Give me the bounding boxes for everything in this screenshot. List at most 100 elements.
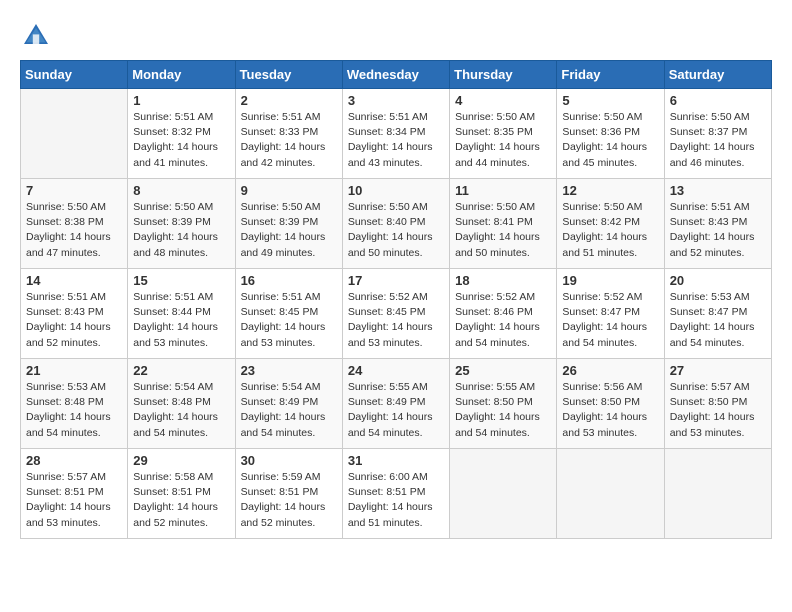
calendar-cell: 25 Sunrise: 5:55 AMSunset: 8:50 PMDayligh… bbox=[450, 359, 557, 449]
calendar-cell: 30 Sunrise: 5:59 AMSunset: 8:51 PMDayligh… bbox=[235, 449, 342, 539]
day-info: Sunrise: 5:50 AMSunset: 8:39 PMDaylight:… bbox=[133, 200, 229, 261]
day-info: Sunrise: 5:50 AMSunset: 8:40 PMDaylight:… bbox=[348, 200, 444, 261]
day-number: 21 bbox=[26, 363, 122, 378]
day-number: 30 bbox=[241, 453, 337, 468]
day-info: Sunrise: 5:50 AMSunset: 8:36 PMDaylight:… bbox=[562, 110, 658, 171]
calendar-cell: 31Sunrise: 6:00 AMSunset: 8:51 PMDayligh… bbox=[342, 449, 449, 539]
day-info: Sunrise: 5:56 AMSunset: 8:50 PMDaylight:… bbox=[562, 380, 658, 441]
calendar-cell: 2 Sunrise: 5:51 AMSunset: 8:33 PMDaylight… bbox=[235, 89, 342, 179]
calendar-cell: 9 Sunrise: 5:50 AMSunset: 8:39 PMDaylight… bbox=[235, 179, 342, 269]
day-number: 3 bbox=[348, 93, 444, 108]
calendar-cell: 6 Sunrise: 5:50 AMSunset: 8:37 PMDaylight… bbox=[664, 89, 771, 179]
day-number: 4 bbox=[455, 93, 551, 108]
weekday-header-sunday: Sunday bbox=[21, 61, 128, 89]
calendar-cell: 24 Sunrise: 5:55 AMSunset: 8:49 PMDayligh… bbox=[342, 359, 449, 449]
day-info: Sunrise: 5:51 AMSunset: 8:43 PMDaylight:… bbox=[26, 290, 122, 351]
calendar-week-5: 28 Sunrise: 5:57 AMSunset: 8:51 PMDayligh… bbox=[21, 449, 772, 539]
weekday-header-tuesday: Tuesday bbox=[235, 61, 342, 89]
day-number: 22 bbox=[133, 363, 229, 378]
calendar-week-3: 14 Sunrise: 5:51 AMSunset: 8:43 PMDayligh… bbox=[21, 269, 772, 359]
day-info: Sunrise: 5:53 AMSunset: 8:47 PMDaylight:… bbox=[670, 290, 766, 351]
day-info: Sunrise: 5:50 AMSunset: 8:41 PMDaylight:… bbox=[455, 200, 551, 261]
calendar-cell: 29 Sunrise: 5:58 AMSunset: 8:51 PMDayligh… bbox=[128, 449, 235, 539]
day-number: 11 bbox=[455, 183, 551, 198]
day-number: 1 bbox=[133, 93, 229, 108]
day-info: Sunrise: 5:59 AMSunset: 8:51 PMDaylight:… bbox=[241, 470, 337, 531]
calendar-cell: 12 Sunrise: 5:50 AMSunset: 8:42 PMDayligh… bbox=[557, 179, 664, 269]
day-number: 28 bbox=[26, 453, 122, 468]
calendar-cell: 16 Sunrise: 5:51 AMSunset: 8:45 PMDayligh… bbox=[235, 269, 342, 359]
day-number: 12 bbox=[562, 183, 658, 198]
calendar-cell: 8Sunrise: 5:50 AMSunset: 8:39 PMDaylight… bbox=[128, 179, 235, 269]
calendar-cell: 23Sunrise: 5:54 AMSunset: 8:49 PMDayligh… bbox=[235, 359, 342, 449]
logo bbox=[20, 20, 56, 52]
calendar-week-1: 1 Sunrise: 5:51 AMSunset: 8:32 PMDaylight… bbox=[21, 89, 772, 179]
day-number: 29 bbox=[133, 453, 229, 468]
day-number: 31 bbox=[348, 453, 444, 468]
calendar-cell: 4 Sunrise: 5:50 AMSunset: 8:35 PMDaylight… bbox=[450, 89, 557, 179]
day-info: Sunrise: 5:50 AMSunset: 8:42 PMDaylight:… bbox=[562, 200, 658, 261]
day-number: 27 bbox=[670, 363, 766, 378]
day-number: 5 bbox=[562, 93, 658, 108]
calendar-cell: 7Sunrise: 5:50 AMSunset: 8:38 PMDaylight… bbox=[21, 179, 128, 269]
day-info: Sunrise: 5:51 AMSunset: 8:34 PMDaylight:… bbox=[348, 110, 444, 171]
day-info: Sunrise: 5:51 AMSunset: 8:45 PMDaylight:… bbox=[241, 290, 337, 351]
day-number: 24 bbox=[348, 363, 444, 378]
calendar-cell: 28 Sunrise: 5:57 AMSunset: 8:51 PMDayligh… bbox=[21, 449, 128, 539]
day-info: Sunrise: 5:54 AMSunset: 8:48 PMDaylight:… bbox=[133, 380, 229, 441]
calendar-cell: 15 Sunrise: 5:51 AMSunset: 8:44 PMDayligh… bbox=[128, 269, 235, 359]
calendar-cell bbox=[557, 449, 664, 539]
calendar-cell: 1 Sunrise: 5:51 AMSunset: 8:32 PMDaylight… bbox=[128, 89, 235, 179]
calendar-week-2: 7Sunrise: 5:50 AMSunset: 8:38 PMDaylight… bbox=[21, 179, 772, 269]
day-info: Sunrise: 5:57 AMSunset: 8:50 PMDaylight:… bbox=[670, 380, 766, 441]
day-number: 20 bbox=[670, 273, 766, 288]
calendar-cell: 27 Sunrise: 5:57 AMSunset: 8:50 PMDayligh… bbox=[664, 359, 771, 449]
day-number: 14 bbox=[26, 273, 122, 288]
day-number: 7 bbox=[26, 183, 122, 198]
day-number: 16 bbox=[241, 273, 337, 288]
day-info: Sunrise: 5:50 AMSunset: 8:37 PMDaylight:… bbox=[670, 110, 766, 171]
calendar-cell bbox=[664, 449, 771, 539]
calendar-cell: 26Sunrise: 5:56 AMSunset: 8:50 PMDayligh… bbox=[557, 359, 664, 449]
day-number: 25 bbox=[455, 363, 551, 378]
calendar-cell: 17Sunrise: 5:52 AMSunset: 8:45 PMDayligh… bbox=[342, 269, 449, 359]
weekday-header-saturday: Saturday bbox=[664, 61, 771, 89]
day-info: Sunrise: 5:52 AMSunset: 8:47 PMDaylight:… bbox=[562, 290, 658, 351]
calendar-cell: 20 Sunrise: 5:53 AMSunset: 8:47 PMDayligh… bbox=[664, 269, 771, 359]
day-info: Sunrise: 5:52 AMSunset: 8:46 PMDaylight:… bbox=[455, 290, 551, 351]
page-header bbox=[20, 20, 772, 52]
day-info: Sunrise: 5:50 AMSunset: 8:39 PMDaylight:… bbox=[241, 200, 337, 261]
calendar-cell: 11 Sunrise: 5:50 AMSunset: 8:41 PMDayligh… bbox=[450, 179, 557, 269]
day-info: Sunrise: 5:50 AMSunset: 8:35 PMDaylight:… bbox=[455, 110, 551, 171]
calendar-cell: 3 Sunrise: 5:51 AMSunset: 8:34 PMDaylight… bbox=[342, 89, 449, 179]
calendar-cell: 18Sunrise: 5:52 AMSunset: 8:46 PMDayligh… bbox=[450, 269, 557, 359]
day-info: Sunrise: 5:58 AMSunset: 8:51 PMDaylight:… bbox=[133, 470, 229, 531]
calendar-table: SundayMondayTuesdayWednesdayThursdayFrid… bbox=[20, 60, 772, 539]
calendar-cell bbox=[450, 449, 557, 539]
day-number: 19 bbox=[562, 273, 658, 288]
day-number: 6 bbox=[670, 93, 766, 108]
calendar-cell: 19 Sunrise: 5:52 AMSunset: 8:47 PMDayligh… bbox=[557, 269, 664, 359]
day-info: Sunrise: 5:55 AMSunset: 8:49 PMDaylight:… bbox=[348, 380, 444, 441]
day-number: 15 bbox=[133, 273, 229, 288]
day-number: 9 bbox=[241, 183, 337, 198]
weekday-header-friday: Friday bbox=[557, 61, 664, 89]
day-info: Sunrise: 5:51 AMSunset: 8:43 PMDaylight:… bbox=[670, 200, 766, 261]
logo-icon bbox=[20, 20, 52, 52]
calendar-cell: 10 Sunrise: 5:50 AMSunset: 8:40 PMDayligh… bbox=[342, 179, 449, 269]
day-info: Sunrise: 5:51 AMSunset: 8:32 PMDaylight:… bbox=[133, 110, 229, 171]
weekday-header-monday: Monday bbox=[128, 61, 235, 89]
day-number: 10 bbox=[348, 183, 444, 198]
day-info: Sunrise: 5:52 AMSunset: 8:45 PMDaylight:… bbox=[348, 290, 444, 351]
calendar-cell: 22 Sunrise: 5:54 AMSunset: 8:48 PMDayligh… bbox=[128, 359, 235, 449]
day-number: 2 bbox=[241, 93, 337, 108]
day-info: Sunrise: 5:51 AMSunset: 8:33 PMDaylight:… bbox=[241, 110, 337, 171]
day-info: Sunrise: 5:57 AMSunset: 8:51 PMDaylight:… bbox=[26, 470, 122, 531]
calendar-cell: 5 Sunrise: 5:50 AMSunset: 8:36 PMDaylight… bbox=[557, 89, 664, 179]
day-info: Sunrise: 5:51 AMSunset: 8:44 PMDaylight:… bbox=[133, 290, 229, 351]
day-info: Sunrise: 5:53 AMSunset: 8:48 PMDaylight:… bbox=[26, 380, 122, 441]
weekday-header-wednesday: Wednesday bbox=[342, 61, 449, 89]
calendar-week-4: 21 Sunrise: 5:53 AMSunset: 8:48 PMDayligh… bbox=[21, 359, 772, 449]
day-info: Sunrise: 5:55 AMSunset: 8:50 PMDaylight:… bbox=[455, 380, 551, 441]
day-info: Sunrise: 5:54 AMSunset: 8:49 PMDaylight:… bbox=[241, 380, 337, 441]
